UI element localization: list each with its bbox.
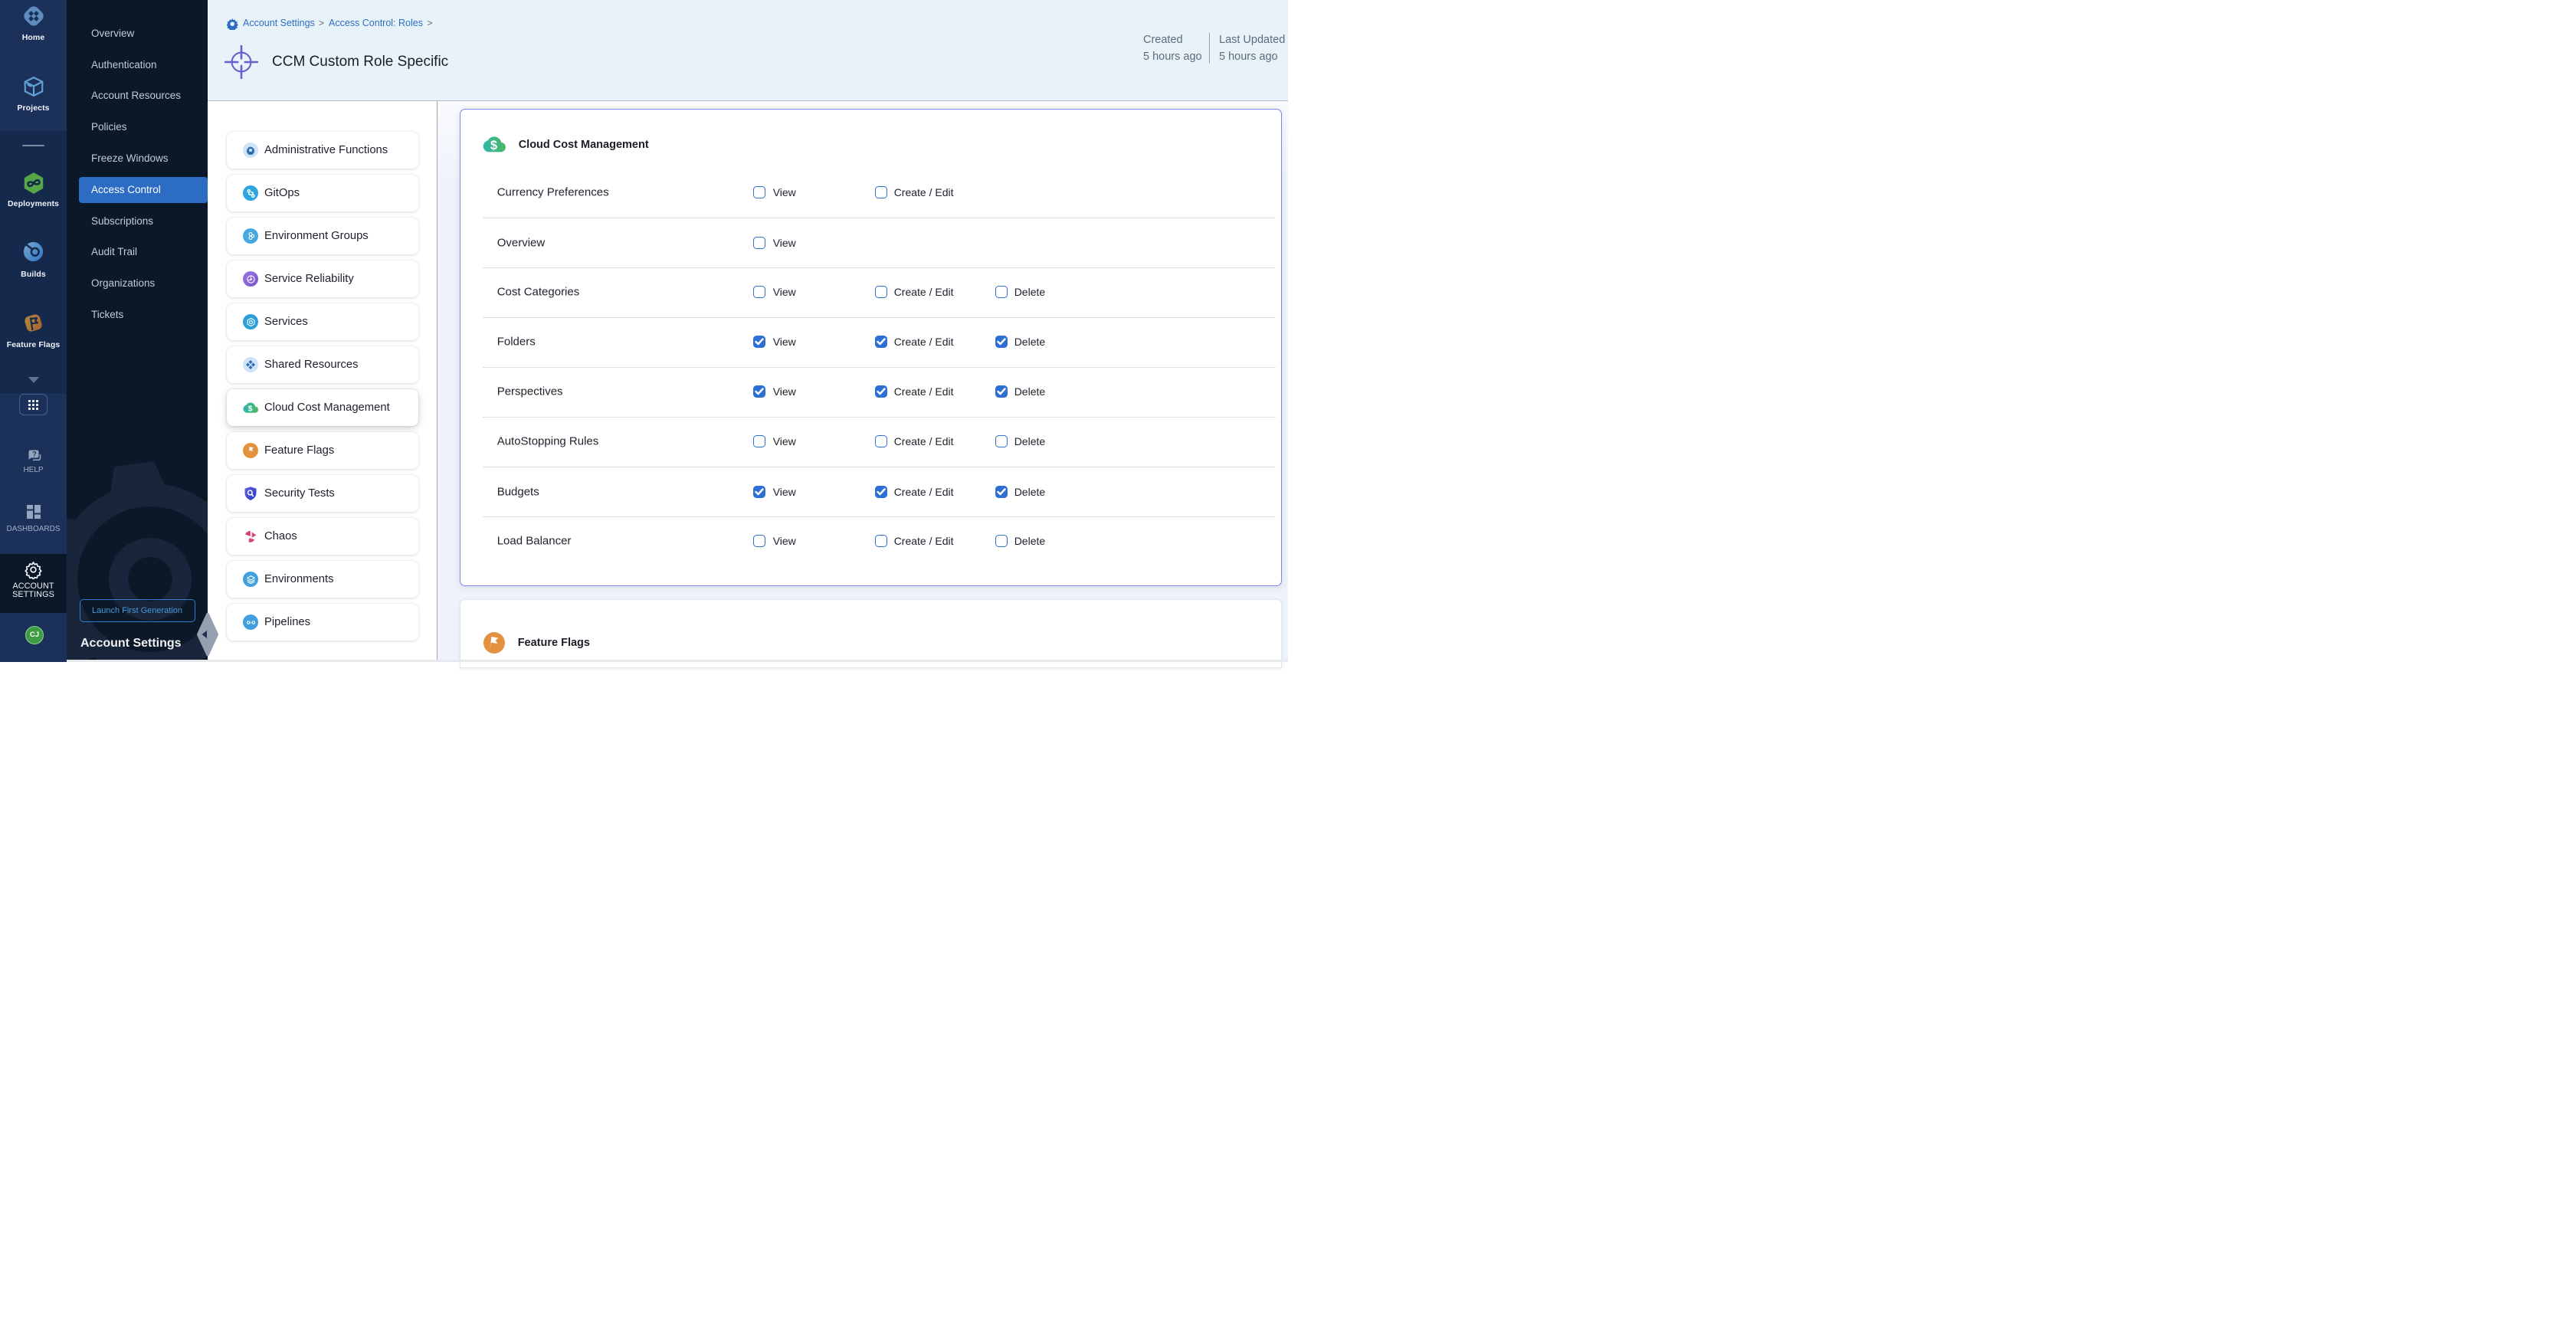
svg-text:$: $ [490, 139, 497, 152]
svg-text:$: $ [248, 405, 253, 413]
svg-text:?: ? [32, 451, 37, 459]
